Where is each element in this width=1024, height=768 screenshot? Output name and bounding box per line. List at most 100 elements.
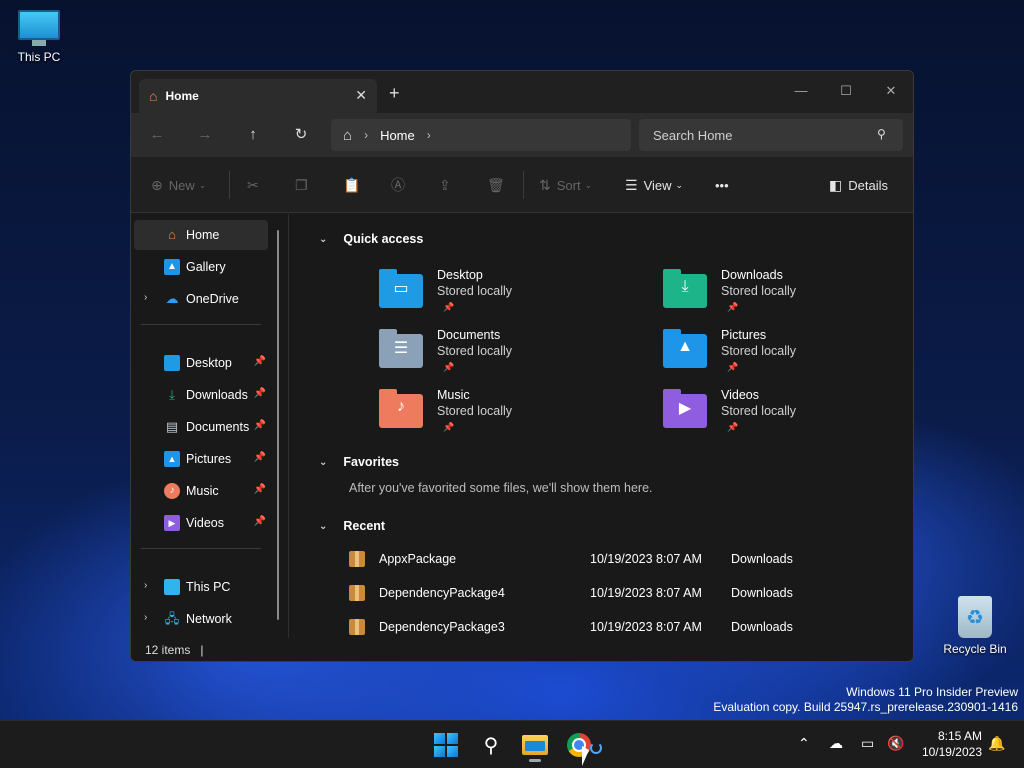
close-window-button[interactable]: ✕ (871, 77, 911, 105)
section-recent[interactable]: ⌄ Recent (319, 519, 385, 533)
sort-button[interactable]: ⇅ Sort ⌄ (539, 175, 592, 195)
search-input[interactable] (639, 119, 903, 151)
chevron-down-icon: ⌄ (319, 520, 328, 532)
monitor-icon (18, 10, 60, 40)
rename-button[interactable]: Ⓐ (391, 175, 411, 195)
close-tab-icon[interactable]: ✕ (355, 87, 367, 104)
taskbar-search-button[interactable]: ⚲ (475, 729, 507, 761)
clipboard-icon: 📋 (343, 176, 361, 193)
home-icon: ⌂ (149, 88, 158, 104)
maximize-button[interactable]: ☐ (826, 77, 866, 105)
desktop-recycle-bin[interactable]: ♻ Recycle Bin (940, 596, 1010, 656)
quick-access-music[interactable]: ♪ Music Stored locally 📌 (379, 388, 639, 444)
quick-access-pictures[interactable]: ▲ Pictures Stored locally 📌 (663, 328, 913, 384)
start-button[interactable] (430, 729, 462, 761)
delete-button[interactable]: 🗑 (487, 175, 511, 195)
back-arrow-icon[interactable]: ← (145, 123, 169, 147)
sidebar-item-desktop[interactable]: Desktop 📌 (134, 348, 268, 378)
quick-access-desktop[interactable]: ▭ Desktop Stored locally 📌 (379, 268, 639, 324)
package-icon (349, 585, 365, 601)
clock[interactable]: 8:15 AM 10/19/2023 (914, 728, 982, 760)
address-bar[interactable]: ⌂ › Home › (331, 119, 631, 151)
quick-access-downloads[interactable]: ⤓ Downloads Stored locally 📌 (663, 268, 913, 324)
quick-access-documents[interactable]: ☰ Documents Stored locally 📌 (379, 328, 639, 384)
item-count: 12 items (145, 643, 191, 657)
search-icon: ⚲ (483, 734, 499, 757)
notification-bell-icon[interactable]: 🔔 (988, 735, 1005, 752)
section-quick-access[interactable]: ⌄ Quick access (319, 232, 423, 246)
recent-row[interactable]: AppxPackage 10/19/2023 8:07 AM Downloads (349, 548, 909, 572)
pin-icon: 📌 (727, 302, 739, 312)
music-folder-icon: ♪ (164, 483, 180, 499)
paste-button[interactable]: 📋 (343, 175, 366, 195)
pin-icon: 📌 (443, 362, 455, 372)
view-button[interactable]: ☰ View ⌄ (625, 175, 683, 195)
gallery-icon: ▲ (164, 259, 180, 275)
sidebar-item-pictures[interactable]: ▲ Pictures 📌 (134, 444, 268, 474)
more-options-button[interactable]: ••• (715, 175, 729, 195)
videos-folder-icon: ▶ (663, 389, 707, 428)
desktop-this-pc[interactable]: This PC (4, 10, 74, 64)
videos-folder-icon: ▶ (164, 515, 180, 531)
pin-icon: 📌 (253, 420, 266, 431)
home-icon: ⌂ (343, 126, 353, 144)
taskbar: ⚲ ⌃ ☁ ▭ 🔇 8:15 AM 10/19/2023 🔔 (0, 720, 1024, 768)
volume-muted-icon[interactable]: 🔇 (887, 735, 904, 752)
share-button[interactable]: ⇪ (439, 175, 457, 195)
onedrive-tray-icon[interactable]: ☁ (829, 735, 843, 752)
chevron-right-icon[interactable]: › (364, 128, 368, 142)
busy-spinner-icon (590, 742, 602, 754)
chevron-right-icon[interactable]: › (427, 128, 431, 142)
new-tab-button[interactable]: + (389, 83, 400, 104)
details-pane-icon: ◧ (829, 176, 843, 193)
running-indicator (529, 759, 541, 762)
navigation-bar: ← → ↑ ↻ ⌂ › Home › ⚲ (131, 113, 913, 157)
sidebar-item-gallery[interactable]: ▲ Gallery (134, 252, 268, 282)
show-hidden-icons-chevron-icon[interactable]: ⌃ (798, 735, 810, 752)
sidebar-item-this-pc[interactable]: › This PC (134, 572, 268, 602)
details-button[interactable]: ◧ Details (829, 175, 888, 195)
taskbar-file-explorer[interactable] (519, 729, 551, 762)
recent-row[interactable]: DependencyPackage4 10/19/2023 8:07 AM Do… (349, 582, 909, 606)
pin-icon: 📌 (253, 356, 266, 367)
navigation-pane-scrollbar[interactable] (277, 230, 279, 620)
content-pane: ⌄ Quick access ▭ Desktop Stored locally … (289, 214, 913, 640)
search-icon: ⚲ (877, 127, 886, 141)
minimize-button[interactable]: — (781, 77, 821, 105)
chevron-right-icon[interactable]: › (144, 612, 147, 623)
scissors-icon: ✂ (247, 176, 259, 193)
package-icon (349, 619, 365, 635)
breadcrumb-home[interactable]: Home (380, 128, 415, 143)
music-folder-icon: ♪ (379, 389, 423, 428)
network-tray-icon[interactable]: ▭ (861, 735, 874, 752)
sidebar-item-network[interactable]: › 🖧 Network (134, 604, 268, 634)
documents-folder-icon: ☰ (379, 329, 423, 368)
chevron-down-icon: ⌄ (319, 456, 328, 468)
recent-row[interactable]: DependencyPackage3 10/19/2023 8:07 AM Do… (349, 616, 909, 640)
section-favorites[interactable]: ⌄ Favorites (319, 455, 399, 469)
desktop-this-pc-label: This PC (17, 50, 61, 64)
downloads-folder-icon: ⤓ (663, 269, 707, 308)
sidebar-item-onedrive[interactable]: › ☁ OneDrive (134, 284, 268, 314)
this-pc-icon (164, 579, 180, 595)
chevron-right-icon[interactable]: › (144, 580, 147, 591)
cut-button[interactable]: ✂ (247, 175, 265, 195)
sidebar-item-home[interactable]: ⌂ Home (134, 220, 268, 250)
sidebar-item-videos[interactable]: ▶ Videos 📌 (134, 508, 268, 538)
quick-access-videos[interactable]: ▶ Videos Stored locally 📌 (663, 388, 913, 444)
pin-icon: 📌 (443, 302, 455, 312)
forward-arrow-icon[interactable]: → (193, 123, 217, 147)
up-arrow-icon[interactable]: ↑ (241, 123, 265, 147)
sidebar-item-downloads[interactable]: ⤓ Downloads 📌 (134, 380, 268, 410)
sidebar-item-documents[interactable]: ▤ Documents 📌 (134, 412, 268, 442)
refresh-icon[interactable]: ↻ (289, 123, 313, 147)
pictures-folder-icon: ▲ (663, 329, 707, 368)
chevron-right-icon[interactable]: › (144, 292, 147, 303)
tab-home[interactable]: ⌂ Home ✕ (139, 79, 377, 113)
mouse-cursor-icon (582, 746, 589, 766)
pictures-folder-icon: ▲ (164, 451, 180, 467)
sidebar-item-music[interactable]: ♪ Music 📌 (134, 476, 268, 506)
title-bar: ⌂ Home ✕ + — ☐ ✕ (131, 71, 913, 113)
copy-button[interactable]: ❐ (295, 175, 314, 195)
new-button[interactable]: ⊕ New ⌄ (151, 175, 206, 195)
